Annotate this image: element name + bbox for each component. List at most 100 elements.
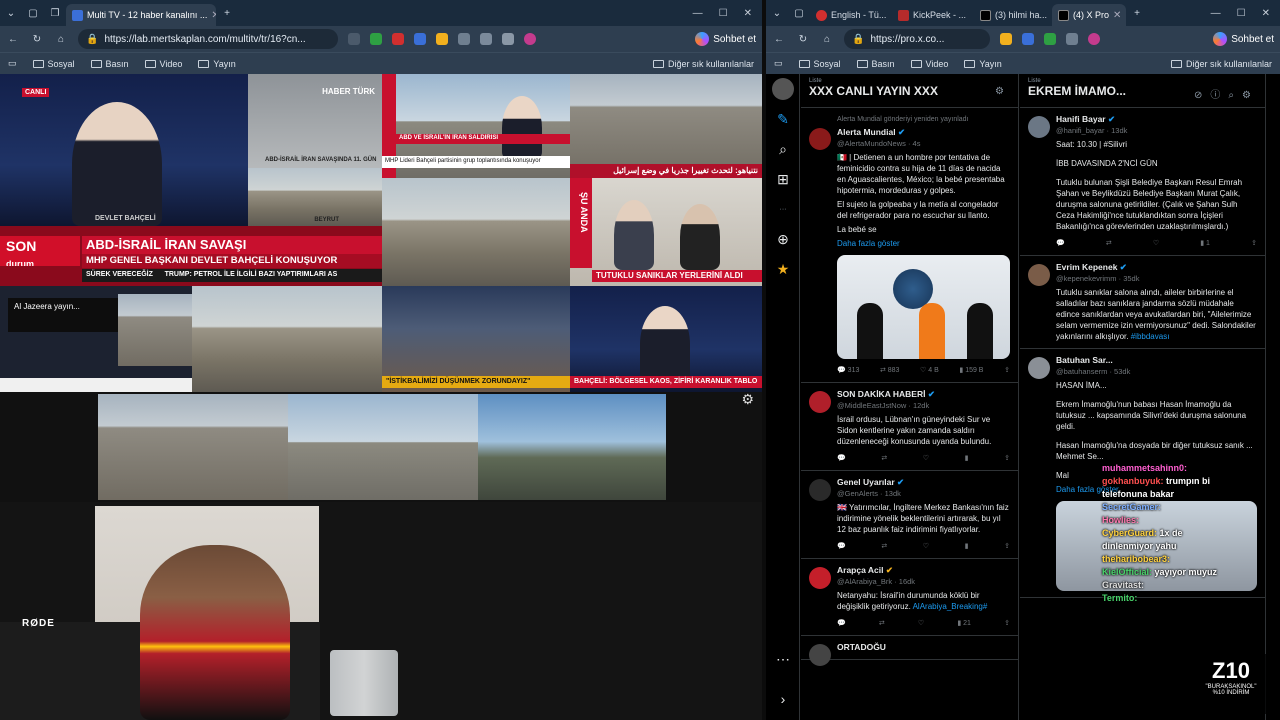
search-icon[interactable]: ⌕ [766, 134, 800, 164]
profile-avatar[interactable] [766, 74, 800, 104]
address-bar[interactable]: 🔒 https://pro.x.co... [844, 29, 990, 49]
video-tile-haberturk[interactable]: CANLI DEVLET BAHÇELİ [0, 74, 248, 226]
bookmark-folder[interactable]: Video [910, 59, 948, 69]
hashtag-link[interactable]: #ibbdavası [1131, 332, 1170, 341]
post[interactable]: Hanifi Bayar ✔ @hanifi_bayar · 13dk Saat… [1020, 108, 1265, 256]
extension-icon[interactable] [502, 33, 514, 45]
post[interactable]: ORTADOĞU [801, 636, 1018, 666]
avatar[interactable] [809, 567, 831, 589]
home-icon[interactable]: ⌂ [54, 34, 68, 45]
profile-avatar[interactable] [524, 33, 536, 45]
video-tile-aerial[interactable] [192, 286, 382, 392]
avatar[interactable] [809, 391, 831, 413]
refresh-icon[interactable]: ↻ [796, 34, 810, 45]
column-tools[interactable]: ⊘ⓘ⌕⚙ [1194, 86, 1259, 101]
author-name[interactable]: Evrim Kepenek ✔ [1056, 262, 1257, 273]
share-icon[interactable]: ⇪ [1004, 618, 1010, 629]
tab-list-icon[interactable]: ❐ [44, 8, 66, 19]
extension-icon[interactable] [1022, 33, 1034, 45]
avatar[interactable] [1028, 116, 1050, 138]
tab-x-pro[interactable]: (4) X Pro ✕ [1052, 4, 1126, 26]
author-name[interactable]: Arapça Acil ✔ [837, 565, 1010, 576]
avatar[interactable] [809, 128, 831, 150]
like-icon[interactable]: ♡ [918, 618, 924, 629]
extension-icon[interactable] [414, 33, 426, 45]
tab-multitv[interactable]: Multi TV - 12 haber kanalını ... ✕ [66, 4, 216, 26]
tab-actions-icon[interactable]: ⌄ [0, 8, 22, 19]
post[interactable]: Genel Uyarılar ✔ @GenAlerts · 13dk 🇬🇧 Ya… [801, 471, 1018, 559]
add-column-icon[interactable]: ⊞ [766, 164, 800, 194]
tab-x-hilmi[interactable]: (3) hilmi ha... [974, 4, 1052, 26]
close-window-icon[interactable]: ✕ [1262, 8, 1270, 19]
post[interactable]: SON DAKİKA HABERİ ✔ @MiddleEastJstNow · … [801, 383, 1018, 471]
avatar[interactable] [809, 644, 831, 666]
bookmark-folder[interactable]: Yayın [964, 59, 1002, 69]
settings-gear-icon[interactable]: ⚙ [741, 391, 754, 408]
reply-button[interactable]: 💬 313 [837, 365, 859, 376]
views-button[interactable]: ▮ 1 [1200, 238, 1210, 249]
close-tab-icon[interactable]: ✕ [1113, 10, 1121, 21]
post[interactable]: Alerta Mundial gönderiyi yeniden yayınla… [801, 108, 1018, 383]
maximize-icon[interactable]: ☐ [1237, 8, 1246, 19]
views-icon[interactable]: ▮ [965, 453, 969, 464]
compose-icon[interactable]: ✎ [766, 104, 800, 134]
maximize-icon[interactable]: ☐ [719, 8, 728, 19]
author-name[interactable]: ORTADOĞU [837, 642, 1010, 653]
video-tile-webcam-city[interactable] [98, 394, 288, 500]
post-image[interactable] [837, 255, 1010, 359]
author-name[interactable]: Hanifi Bayar ✔ [1056, 114, 1257, 125]
repost-icon[interactable]: ⇄ [881, 541, 887, 552]
expand-chevron-icon[interactable]: › [766, 684, 800, 714]
share-icon[interactable]: ⇪ [1004, 453, 1010, 464]
more-options-icon[interactable]: ⋯ [766, 644, 800, 674]
reply-icon[interactable]: 💬 [1056, 238, 1065, 249]
extension-icon[interactable] [392, 33, 404, 45]
views-button[interactable]: ▮ 159 B [959, 365, 983, 376]
bookmark-folder[interactable]: Sosyal [32, 59, 75, 69]
favorite-star-icon[interactable] [1000, 33, 1012, 45]
copilot-button[interactable]: Sohbet et [1213, 32, 1274, 46]
add-deck-icon[interactable]: ⊕ [766, 224, 800, 254]
reading-list-icon[interactable]: ▭ [8, 58, 17, 69]
video-tile-coast[interactable] [478, 394, 666, 500]
other-favorites[interactable]: Diğer sık kullanılanlar [652, 59, 754, 69]
minimize-icon[interactable]: — [1211, 8, 1221, 19]
show-more-link[interactable]: Daha fazla göster [837, 238, 1010, 249]
share-icon[interactable]: ⇪ [1251, 238, 1257, 249]
video-tile-sozcu[interactable]: ABD VE İSRAİL'İN İRAN SALDIRISI MHP Lide… [382, 74, 570, 178]
back-icon[interactable]: ← [772, 34, 786, 45]
repost-icon[interactable]: ⇄ [1106, 238, 1112, 249]
minimize-icon[interactable]: — [693, 8, 703, 19]
back-icon[interactable]: ← [6, 34, 20, 45]
like-icon[interactable]: ♡ [923, 541, 929, 552]
bookmark-folder[interactable]: Basın [90, 59, 129, 69]
close-window-icon[interactable]: ✕ [744, 8, 752, 19]
star-icon[interactable]: ★ [766, 254, 800, 284]
workspaces-icon[interactable]: ▢ [22, 8, 44, 19]
author-name[interactable]: Alerta Mundial ✔ [837, 127, 1010, 138]
other-favorites[interactable]: Diğer sık kullanılanlar [1170, 59, 1272, 69]
profile-avatar[interactable] [1088, 33, 1100, 45]
reply-icon[interactable]: 💬 [837, 453, 846, 464]
video-tile-haberturk-side[interactable]: HABER TÜRK ABD-İSRAİL İRAN SAVAŞINDA 11.… [248, 74, 382, 168]
reading-list-icon[interactable]: ▭ [774, 58, 783, 69]
repost-icon[interactable]: ⇄ [881, 453, 887, 464]
like-icon[interactable]: ♡ [923, 453, 929, 464]
extension-icon[interactable] [480, 33, 492, 45]
video-tile-beirut[interactable]: BEYRUT [248, 168, 382, 226]
refresh-icon[interactable]: ↻ [30, 34, 44, 45]
home-icon[interactable]: ⌂ [820, 34, 834, 45]
video-tile-aljazeera[interactable]: Al Jazeera yayın... [0, 286, 192, 392]
extension-icon[interactable] [1066, 33, 1078, 45]
avatar[interactable] [1028, 357, 1050, 379]
extension-icon[interactable] [458, 33, 470, 45]
tab-actions-icon[interactable]: ⌄ [766, 8, 788, 19]
bookmark-folder[interactable]: Video [144, 59, 182, 69]
extension-icon[interactable] [348, 33, 360, 45]
extension-icon[interactable] [436, 33, 448, 45]
new-tab-icon[interactable]: + [1126, 8, 1148, 19]
extension-icon[interactable] [370, 33, 382, 45]
address-bar[interactable]: 🔒 https://lab.mertskaplan.com/multitv/tr… [78, 29, 338, 49]
video-tile-multicam[interactable] [288, 394, 478, 500]
extension-icon[interactable] [1044, 33, 1056, 45]
